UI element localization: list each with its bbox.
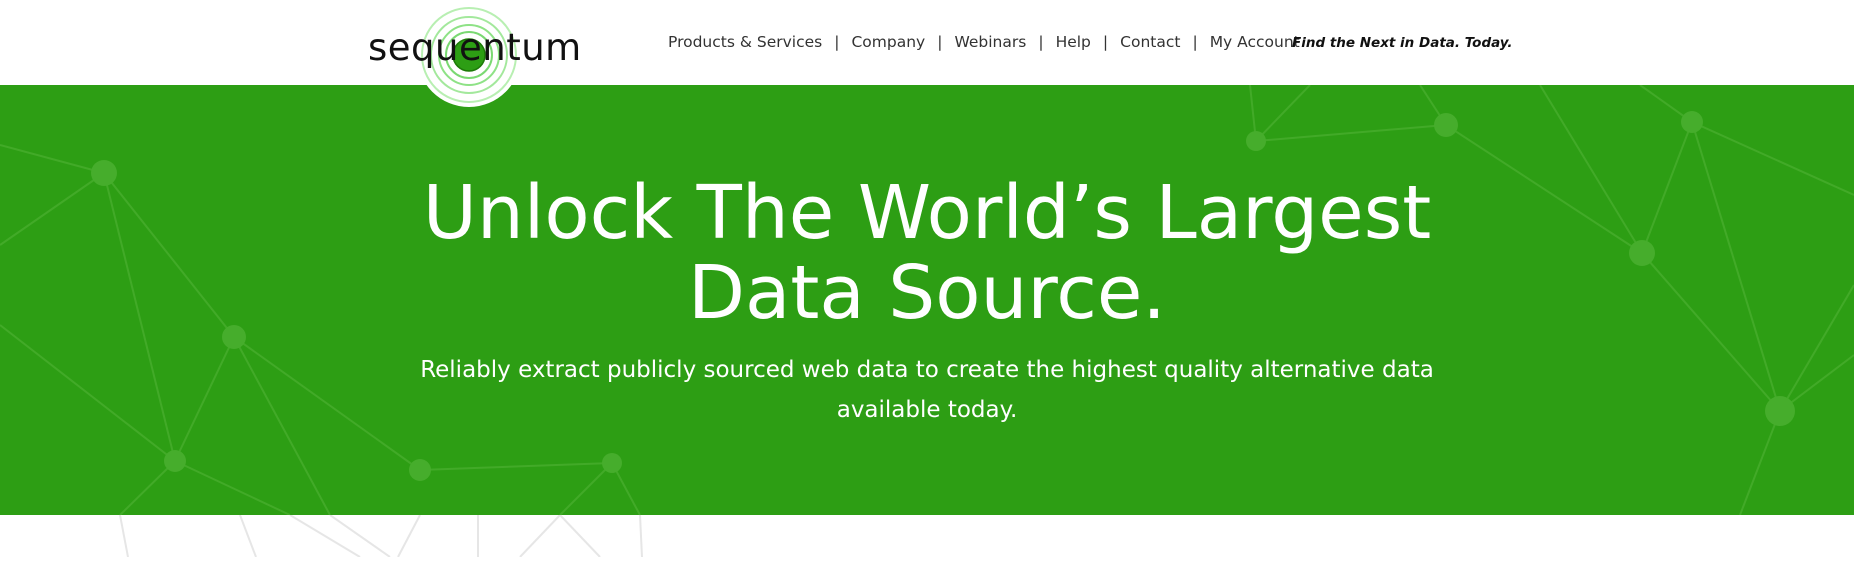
hero-subtitle-line: available today. xyxy=(836,397,1018,423)
content-area xyxy=(0,514,1854,558)
tagline: Find the Next in Data. Today. xyxy=(1292,35,1513,51)
nav-separator: | xyxy=(1038,33,1044,51)
nav-my-account[interactable]: My Account xyxy=(1210,33,1300,51)
hero-banner: Unlock The World’s Largest Data Source. … xyxy=(0,85,1854,515)
network-continuation-graphic xyxy=(119,514,643,558)
hero-title: Unlock The World’s Largest Data Source. xyxy=(0,173,1854,333)
hero-title-line: Data Source. xyxy=(688,250,1166,336)
logo-wordmark: sequentum xyxy=(368,26,582,69)
nav-products-services[interactable]: Products & Services xyxy=(668,33,822,51)
nav-help[interactable]: Help xyxy=(1056,33,1091,51)
site-header: Products & Services | Company | Webinars… xyxy=(0,0,1854,85)
nav-separator: | xyxy=(1192,33,1198,51)
nav-company[interactable]: Company xyxy=(851,33,925,51)
nav-contact[interactable]: Contact xyxy=(1120,33,1180,51)
nav-separator: | xyxy=(1102,33,1109,51)
hero-subtitle: Reliably extract publicly sourced web da… xyxy=(0,350,1854,430)
main-nav: Products & Services | Company | Webinars… xyxy=(668,33,1300,51)
hero-subtitle-line: Reliably extract publicly sourced web da… xyxy=(420,357,1434,383)
nav-separator: | xyxy=(937,33,943,51)
nav-separator: | xyxy=(834,33,840,51)
nav-webinars[interactable]: Webinars xyxy=(954,33,1026,51)
hero-title-line: Unlock The World’s Largest xyxy=(422,170,1432,256)
site-logo[interactable]: sequentum xyxy=(368,3,583,111)
